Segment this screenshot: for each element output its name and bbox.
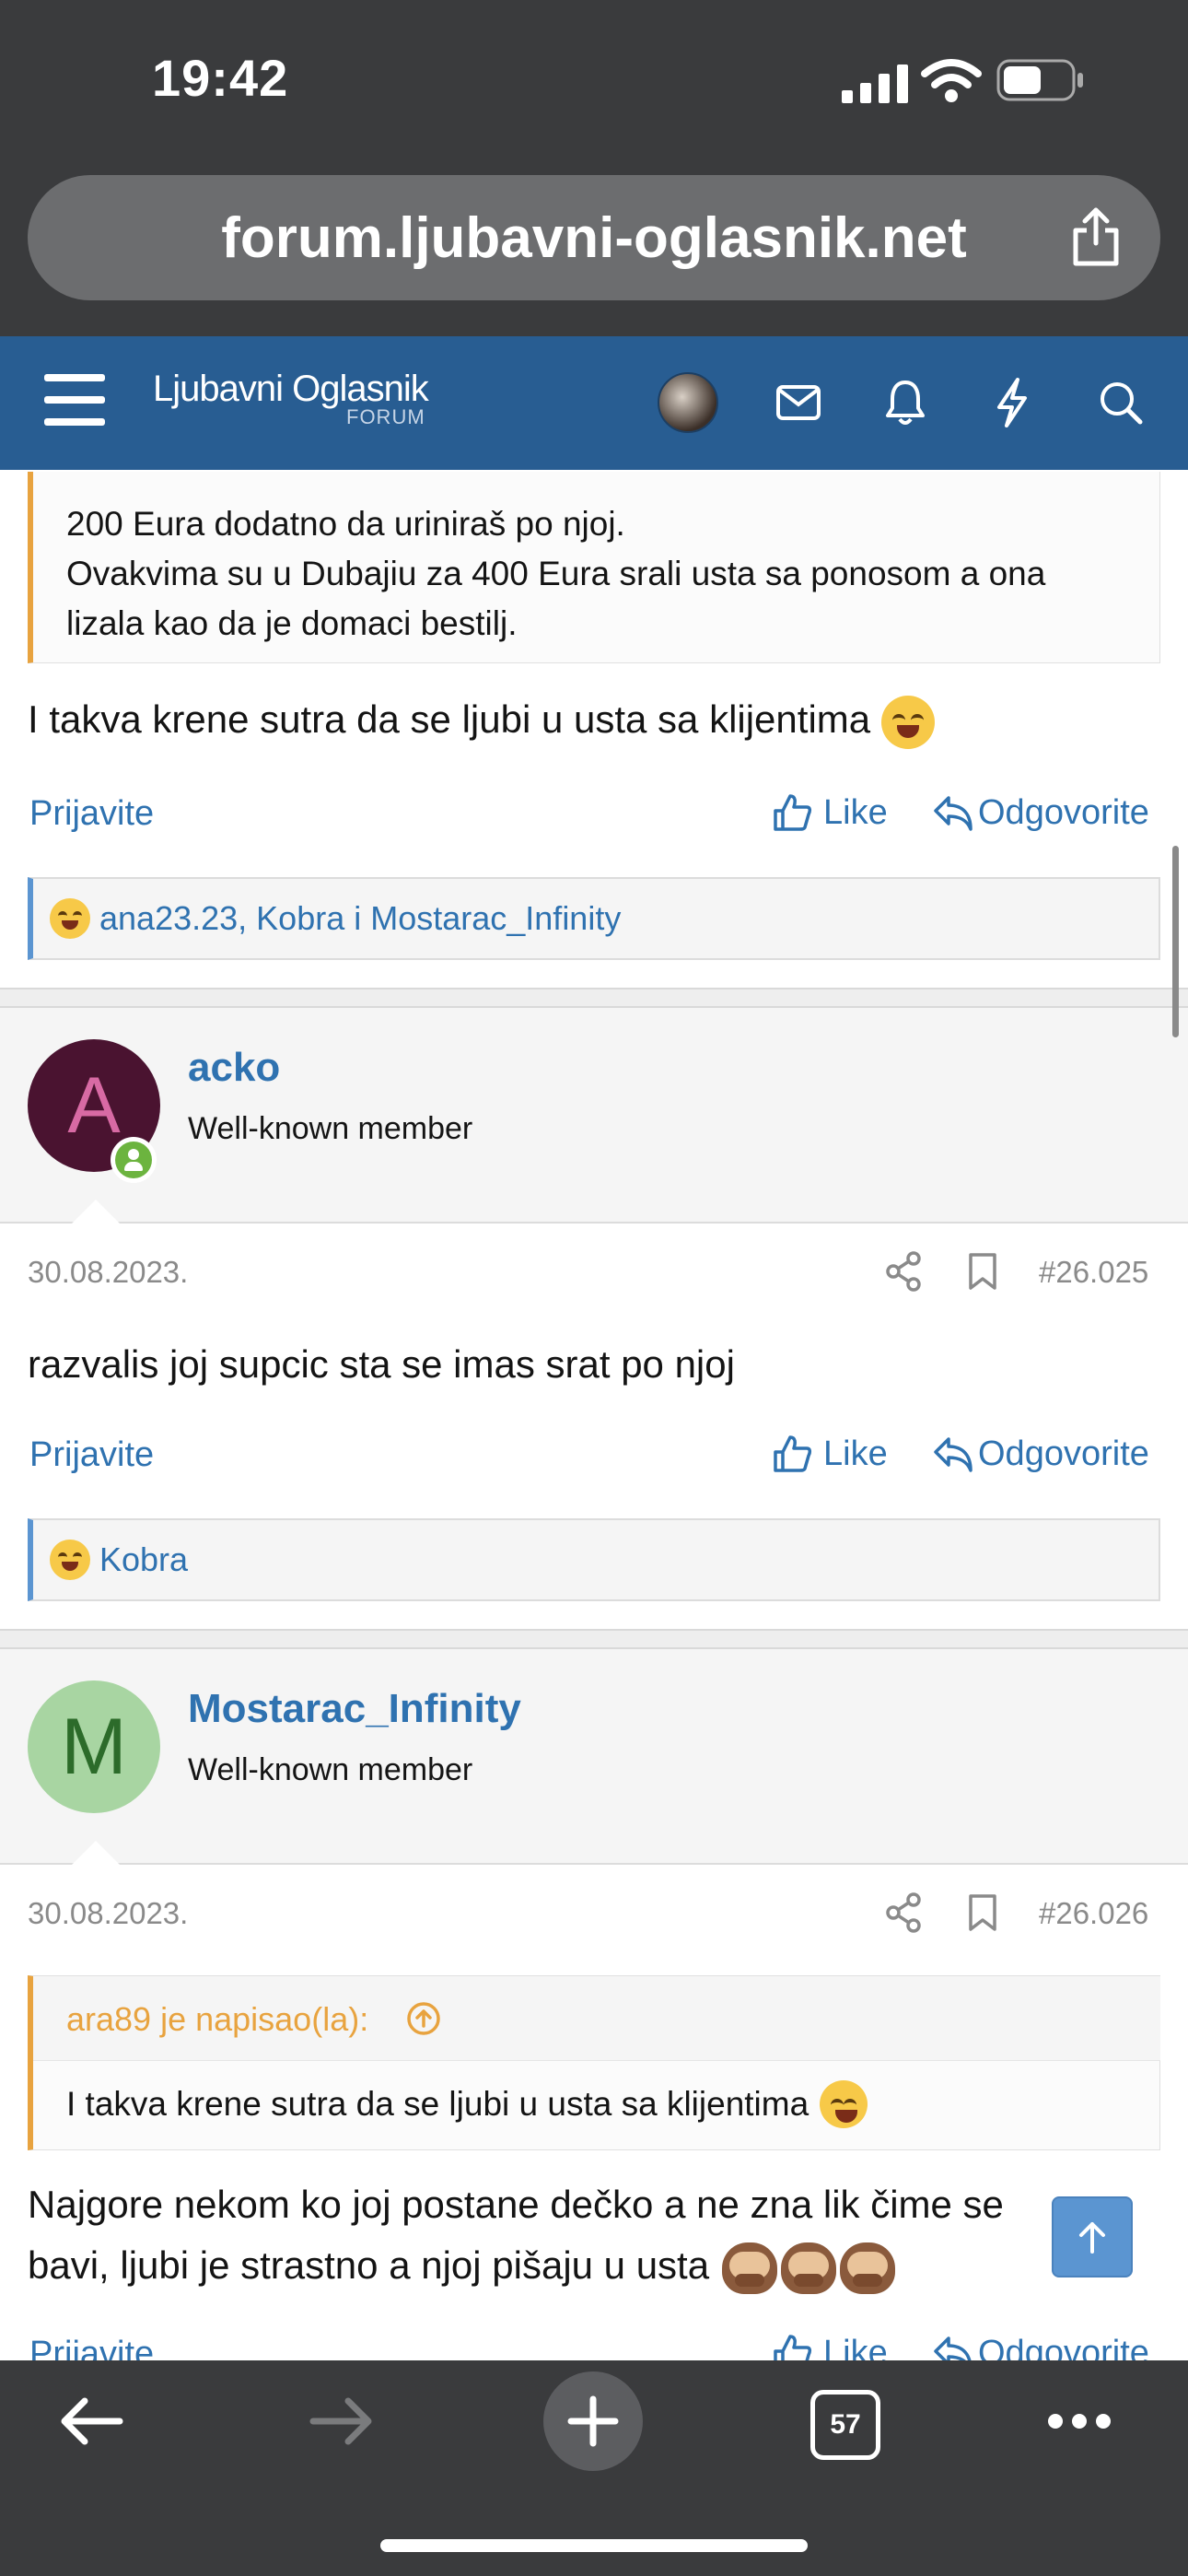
post-separator bbox=[0, 988, 1188, 1008]
new-tab-button[interactable] bbox=[543, 2371, 643, 2471]
back-arrow-icon[interactable] bbox=[53, 2394, 127, 2453]
forward-arrow-icon bbox=[306, 2394, 379, 2453]
post-message: I takva krene sutra da se ljubi u usta s… bbox=[28, 689, 935, 750]
reaction-bar[interactable]: ana23.23, Kobra i Mostarac_Infinity bbox=[28, 877, 1160, 960]
bookmark-icon[interactable] bbox=[967, 1892, 998, 1938]
reply-label: Odgovorite bbox=[978, 792, 1149, 832]
home-indicator[interactable] bbox=[380, 2539, 808, 2552]
laughing-emoji-icon bbox=[880, 695, 935, 749]
share-icon[interactable] bbox=[886, 1251, 923, 1296]
laughing-emoji-icon bbox=[50, 898, 90, 939]
mail-icon[interactable] bbox=[766, 370, 831, 435]
reply-button[interactable]: Odgovorite bbox=[932, 792, 1149, 833]
reply-button[interactable]: Odgovorite bbox=[932, 1434, 1149, 1474]
like-label: Like bbox=[823, 792, 888, 832]
user-title: Well-known member bbox=[188, 1111, 473, 1146]
pointer-arrow bbox=[72, 1200, 120, 1224]
quote-header[interactable]: ara89 je napisao(la): bbox=[33, 1976, 1160, 2061]
bookmark-icon[interactable] bbox=[967, 1251, 998, 1296]
user-title: Well-known member bbox=[188, 1752, 473, 1787]
like-label: Like bbox=[823, 1434, 888, 1473]
reply-label: Odgovorite bbox=[978, 1434, 1149, 1473]
post-message: razvalis joj supcic sta se imas srat po … bbox=[28, 1342, 735, 1386]
report-link[interactable]: Prijavite bbox=[29, 794, 154, 834]
reply-icon bbox=[934, 1437, 973, 1472]
post-message-text: I takva krene sutra da se ljubi u usta s… bbox=[28, 697, 871, 741]
arrow-up-icon bbox=[1079, 2222, 1105, 2254]
thumbs-up-icon bbox=[774, 794, 812, 831]
post-separator bbox=[0, 1629, 1188, 1649]
post-number[interactable]: #26.025 bbox=[1039, 1255, 1148, 1290]
post-number[interactable]: #26.026 bbox=[1039, 1896, 1148, 1931]
user-info-block bbox=[0, 1008, 1188, 1224]
laughing-emoji-icon bbox=[50, 1540, 90, 1580]
plus-icon bbox=[567, 2395, 619, 2447]
search-icon[interactable] bbox=[1089, 370, 1153, 435]
wifi-icon bbox=[921, 59, 982, 108]
reaction-bar[interactable]: Kobra bbox=[28, 1518, 1160, 1601]
hamburger-icon[interactable] bbox=[44, 372, 107, 432]
quote-line: 200 Eura dodatno da uriniraš po njoj. bbox=[66, 505, 625, 543]
user-avatar[interactable] bbox=[658, 372, 718, 433]
signal-icon bbox=[840, 64, 917, 108]
report-link[interactable]: Prijavite bbox=[29, 1435, 154, 1475]
quote-line: Ovakvima su u Dubajiu za 400 Eura srali … bbox=[66, 555, 1046, 592]
status-time: 19:42 bbox=[152, 49, 289, 107]
pointer-arrow bbox=[72, 1841, 120, 1865]
share-icon[interactable] bbox=[886, 1892, 923, 1938]
post-message: Najgore nekom ko joj postane dečko a ne … bbox=[28, 2174, 1142, 2296]
quote-body: I takva krene sutra da se ljubi u usta s… bbox=[66, 2079, 868, 2129]
post-quote: 200 Eura dodatno da uriniraš po njoj. Ov… bbox=[28, 472, 1160, 663]
like-button[interactable]: Like bbox=[772, 1434, 888, 1474]
forum-logo[interactable]: Ljubavni Oglasnik FORUM bbox=[153, 369, 429, 428]
post-message-line: Najgore nekom ko joj postane dečko a ne … bbox=[28, 2183, 1004, 2226]
scroll-to-top-button[interactable] bbox=[1052, 2196, 1133, 2277]
more-icon[interactable] bbox=[1046, 2412, 1112, 2435]
user-info-block bbox=[0, 1649, 1188, 1865]
avatar[interactable]: M bbox=[28, 1680, 160, 1813]
reaction-users[interactable]: ana23.23, Kobra i Mostarac_Infinity bbox=[99, 899, 621, 938]
post-date[interactable]: 30.08.2023. bbox=[28, 1255, 188, 1290]
logo-subtext: FORUM bbox=[346, 405, 425, 428]
tab-count: 57 bbox=[830, 2409, 861, 2440]
post-message-line: bavi, ljubi je strastno a njoj pišaju u … bbox=[28, 2243, 710, 2287]
laughing-emoji-icon bbox=[820, 2080, 868, 2128]
logo-text: Ljubavni Oglasnik bbox=[153, 369, 429, 409]
url-bar[interactable]: forum.ljubavni-oglasnik.net bbox=[28, 175, 1160, 300]
like-button[interactable]: Like bbox=[772, 792, 888, 833]
see-no-evil-monkey-icon bbox=[722, 2235, 899, 2296]
reply-icon bbox=[934, 796, 973, 831]
bell-icon[interactable] bbox=[873, 370, 938, 435]
quote-text: I takva krene sutra da se ljubi u usta s… bbox=[66, 2085, 809, 2123]
url-text: forum.ljubavni-oglasnik.net bbox=[221, 205, 967, 270]
share-icon[interactable] bbox=[1068, 205, 1124, 274]
battery-icon bbox=[996, 59, 1085, 106]
bolt-icon[interactable] bbox=[980, 370, 1044, 435]
quote-author[interactable]: ara89 je napisao(la): bbox=[66, 2000, 368, 2039]
online-status-icon bbox=[111, 1137, 157, 1183]
reaction-users[interactable]: Kobra bbox=[99, 1540, 188, 1579]
avatar-letter: A bbox=[67, 1060, 121, 1150]
arrow-up-circle-icon[interactable] bbox=[405, 2000, 442, 2037]
thumbs-up-icon bbox=[774, 1435, 812, 1472]
scrollbar[interactable] bbox=[1172, 846, 1179, 1037]
tabs-button[interactable]: 57 bbox=[810, 2390, 880, 2460]
username[interactable]: Mostarac_Infinity bbox=[188, 1686, 521, 1732]
avatar-letter: M bbox=[61, 1702, 127, 1791]
post-quote: ara89 je napisao(la): I takva krene sutr… bbox=[28, 1975, 1160, 2150]
quote-line: lizala kao da je domaci bestilj. bbox=[66, 604, 518, 642]
username[interactable]: acko bbox=[188, 1045, 280, 1091]
post-date[interactable]: 30.08.2023. bbox=[28, 1896, 188, 1931]
